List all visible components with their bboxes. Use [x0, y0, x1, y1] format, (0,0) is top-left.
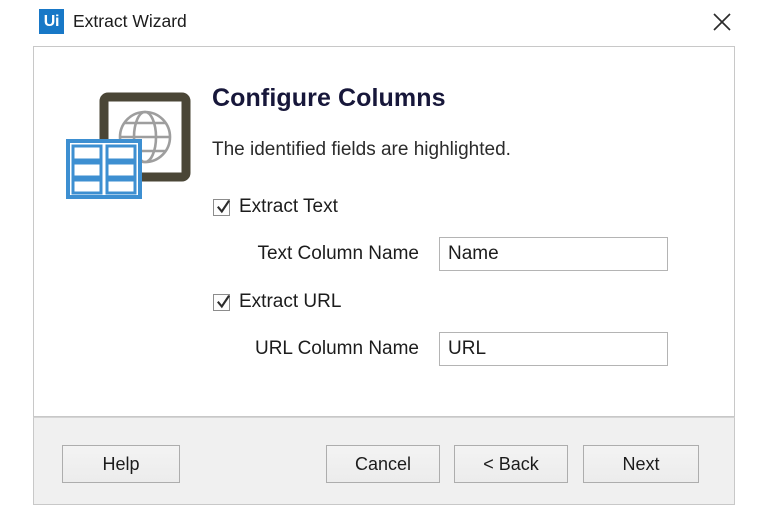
uipath-logo-icon: Ui	[39, 9, 64, 34]
content-panel: Configure Columns The identified fields …	[33, 46, 735, 417]
next-button[interactable]: Next	[583, 445, 699, 483]
title-bar: Ui Extract Wizard	[0, 0, 768, 46]
field-row-text-column-name: Text Column Name	[184, 237, 704, 271]
text-column-name-input[interactable]	[439, 237, 668, 271]
page-subtitle: The identified fields are highlighted.	[212, 139, 511, 160]
checkbox-extract-text[interactable]: Extract Text	[213, 195, 338, 219]
text-column-name-label: Text Column Name	[257, 243, 419, 264]
checkbox-extract-url-label: Extract URL	[239, 291, 342, 312]
web-table-extract-icon	[64, 89, 194, 201]
checkmark-icon[interactable]	[213, 293, 230, 311]
checkbox-extract-text-label: Extract Text	[239, 196, 338, 217]
help-button[interactable]: Help	[62, 445, 180, 483]
cancel-button[interactable]: Cancel	[326, 445, 440, 483]
extract-wizard-dialog: Ui Extract Wizard Configure Columns The …	[0, 0, 768, 513]
page-title: Configure Columns	[212, 84, 446, 112]
checkmark-icon[interactable]	[213, 198, 230, 216]
close-icon[interactable]	[706, 6, 738, 38]
checkbox-extract-url[interactable]: Extract URL	[213, 290, 341, 314]
dialog-footer: Help Cancel < Back Next	[33, 417, 735, 505]
url-column-name-label: URL Column Name	[254, 338, 419, 359]
back-button[interactable]: < Back	[454, 445, 568, 483]
window-title: Extract Wizard	[73, 11, 187, 31]
field-row-url-column-name: URL Column Name	[184, 332, 704, 366]
url-column-name-input[interactable]	[439, 332, 668, 366]
